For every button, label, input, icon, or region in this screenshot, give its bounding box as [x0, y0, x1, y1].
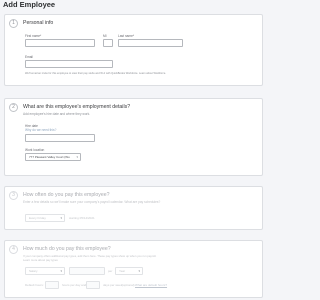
chevron-down-icon: ▾ [138, 269, 140, 273]
days-per-week-input[interactable] [86, 281, 100, 289]
optional-label: (optional) [122, 283, 135, 287]
page-title: Add Employee [3, 0, 56, 9]
pay-amount-card: 4 How much do you pay this employee? If … [4, 240, 263, 298]
hire-date-hint[interactable]: Why do we need this? [25, 128, 56, 132]
email-input[interactable] [25, 60, 113, 68]
pay-amount-title: How much do you pay this employee? [23, 246, 111, 252]
pay-type-value: Salary [29, 269, 38, 273]
pay-frequency-card: 3 How often do you pay this employee? En… [4, 186, 263, 230]
pay-schedule-start: starting 05/14/2021 [69, 216, 95, 220]
pay-period-select[interactable]: Year ▾ [115, 267, 143, 275]
work-location-label: Work location [25, 148, 45, 152]
step-number-1: 1 [9, 19, 18, 28]
first-name-input[interactable] [25, 39, 95, 47]
employment-details-title: What are this employee's employment deta… [23, 104, 131, 110]
hire-date-input[interactable] [25, 134, 95, 142]
pay-frequency-title: How often do you pay this employee? [23, 192, 110, 198]
page-header: Add Employee [0, 0, 266, 9]
pay-types-link[interactable]: Learn more about pay types [23, 258, 58, 262]
hours-per-day-label: hours per day and [62, 283, 87, 287]
chevron-down-icon: ▾ [60, 269, 62, 273]
last-name-input[interactable] [118, 39, 183, 47]
days-per-week-label: days per week [103, 283, 123, 287]
middle-initial-input[interactable] [103, 39, 113, 47]
employment-details-subtitle: Add employee's hire date and where they … [23, 112, 91, 116]
default-hours-label: Default hours: [25, 283, 44, 287]
personal-info-title: Personal info [23, 20, 54, 26]
pay-period-value: Year [119, 269, 126, 273]
step-number-2: 2 [9, 103, 18, 112]
pay-schedule-select[interactable]: Every Friday ▾ [25, 214, 65, 222]
pay-type-select[interactable]: Salary ▾ [25, 267, 65, 275]
work-location-select[interactable]: 777 Pleasant Valley Court (Wo ▾ [25, 153, 81, 161]
last-name-label: Last name* [118, 34, 135, 38]
chevron-down-icon: ▾ [76, 155, 78, 159]
chevron-down-icon: ▾ [60, 216, 62, 220]
workforce-invite-note: We'll email an invite for this employee … [25, 72, 167, 75]
mi-label: MI [103, 34, 107, 38]
step-number-4: 4 [9, 245, 18, 254]
pay-schedule-value: Every Friday [29, 216, 46, 220]
personal-info-card: 1 Personal info First name* MI Last name… [4, 14, 263, 86]
add-employee-page: Add Employee 1 Personal info First name*… [0, 0, 266, 300]
pay-amount-input[interactable] [69, 267, 105, 275]
pay-frequency-subtitle: Enter a few details so we'll make sure y… [23, 200, 161, 204]
first-name-label: First name* [25, 34, 42, 38]
hours-per-day-input[interactable] [45, 281, 59, 289]
employment-details-card: 2 What are this employee's employment de… [4, 98, 263, 176]
per-label: per [108, 269, 113, 273]
email-label: Email [25, 55, 33, 59]
work-location-value: 777 Pleasant Valley Court (Wo [29, 155, 70, 159]
step-number-3: 3 [9, 191, 18, 200]
default-hours-help-link[interactable]: What are default hours? [135, 283, 167, 287]
